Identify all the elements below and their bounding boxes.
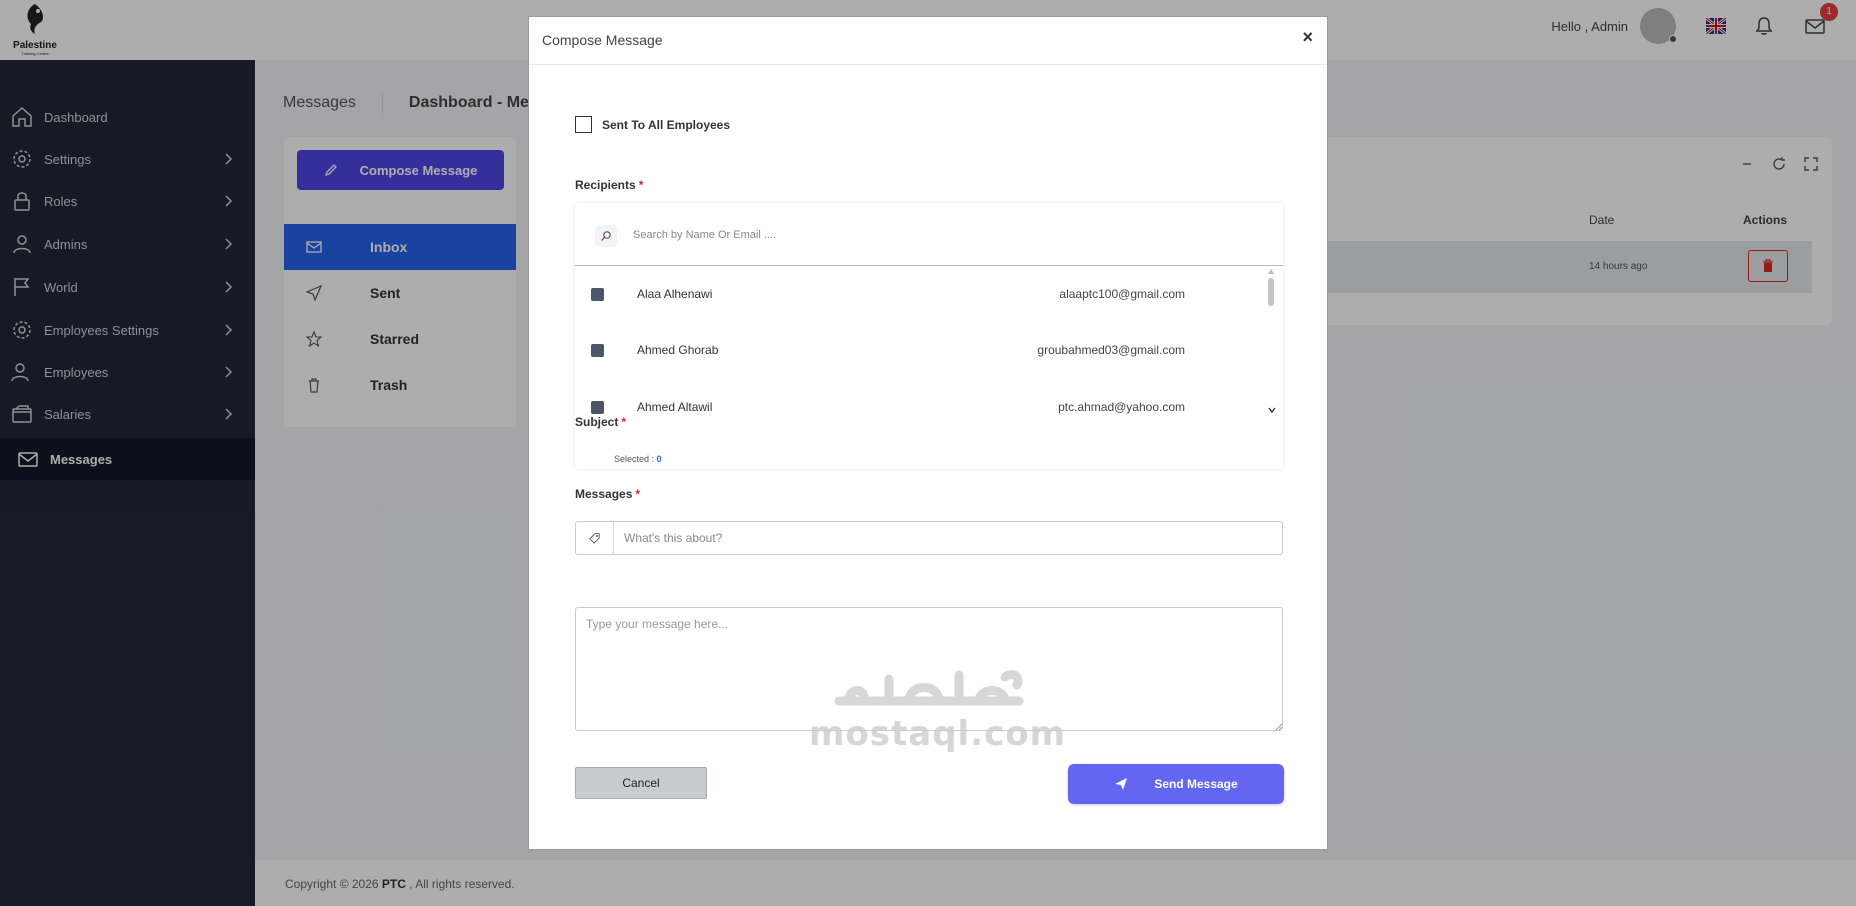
selected-count: Selected : 0: [614, 454, 662, 464]
subject-field[interactable]: [575, 521, 1283, 555]
subject-label: Subject *: [575, 415, 627, 429]
recipient-name: Ahmed Ghorab: [637, 343, 719, 357]
recipient-search-bar: [575, 203, 1283, 266]
recipient-checkbox[interactable]: [591, 343, 604, 357]
recipients-picker: Alaa Alhenawi alaaptc100@gmail.com Ahmed…: [575, 203, 1283, 469]
recipients-label: Recipients *: [575, 178, 644, 192]
list-item[interactable]: Ahmed Ghorab groubahmed03@gmail.com: [575, 322, 1265, 378]
list-item[interactable]: Ahmed Altawil ptc.ahmad@yahoo.com: [575, 379, 1265, 414]
scrollbar[interactable]: [1265, 269, 1277, 414]
chevron-down-icon[interactable]: [1267, 406, 1277, 414]
scroll-thumb[interactable]: [1268, 278, 1274, 306]
send-message-button[interactable]: Send Message: [1068, 764, 1284, 804]
messages-label: Messages *: [575, 487, 641, 501]
recipient-email: groubahmed03@gmail.com: [1037, 343, 1185, 357]
cancel-button[interactable]: Cancel: [575, 767, 707, 799]
modal-title: Compose Message: [542, 32, 663, 48]
recipient-list: Alaa Alhenawi alaaptc100@gmail.com Ahmed…: [575, 266, 1283, 414]
send-label: Send Message: [1154, 777, 1238, 791]
recipient-email: ptc.ahmad@yahoo.com: [1058, 400, 1185, 414]
list-item[interactable]: Alaa Alhenawi alaaptc100@gmail.com: [575, 266, 1265, 322]
modal-header: Compose Message ×: [529, 17, 1327, 65]
subject-input[interactable]: [624, 528, 1264, 548]
compose-message-modal: Compose Message × Sent To All Employees …: [528, 16, 1328, 850]
send-to-all-label: Sent To All Employees: [602, 117, 731, 132]
close-icon[interactable]: ×: [1302, 27, 1313, 48]
recipient-name: Alaa Alhenawi: [637, 287, 713, 301]
recipient-checkbox[interactable]: [591, 287, 604, 301]
recipient-checkbox[interactable]: [591, 400, 604, 414]
search-icon: [595, 225, 617, 247]
recipient-name: Ahmed Altawil: [637, 400, 713, 414]
tag-icon: [576, 522, 614, 554]
recipient-email: alaaptc100@gmail.com: [1059, 287, 1185, 301]
send-to-all-checkbox[interactable]: [575, 116, 592, 133]
message-textarea[interactable]: [575, 607, 1283, 731]
scroll-up-icon[interactable]: [1267, 268, 1275, 276]
send-to-all-checkbox-row[interactable]: Sent To All Employees: [575, 116, 730, 133]
resize-handle-icon[interactable]: [1275, 723, 1282, 730]
paper-plane-icon: [1115, 778, 1128, 790]
recipient-search-input[interactable]: [633, 223, 1233, 247]
